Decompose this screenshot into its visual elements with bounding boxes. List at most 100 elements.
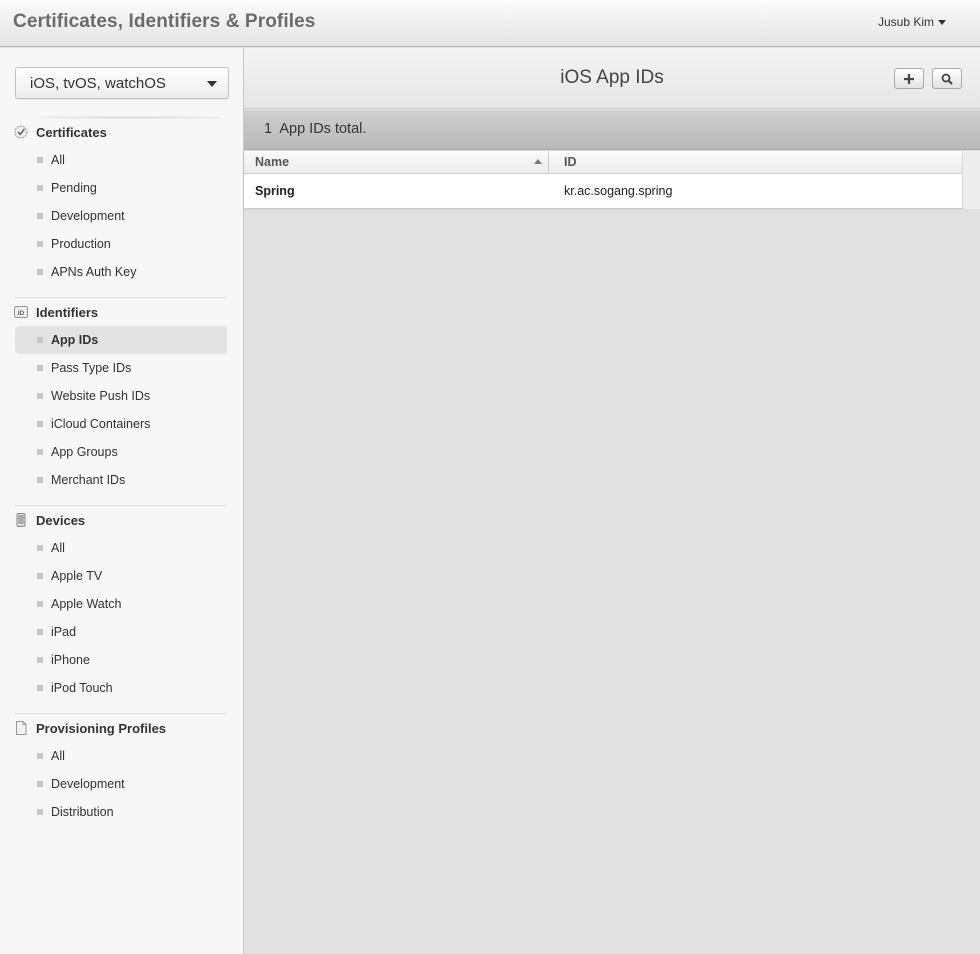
section-header-identifiers: ID Identifiers [0,298,244,326]
sidebar-item-label: App Groups [51,445,118,459]
certificate-icon [14,125,28,139]
sidebar-item-apple-watch[interactable]: Apple Watch [15,590,227,618]
column-header-id[interactable]: ID [564,155,577,169]
bullet-icon [37,365,43,371]
sidebar-item-label: App IDs [51,333,99,347]
sidebar-item-apple-tv[interactable]: Apple TV [15,562,227,590]
user-name: Jusub Kim [877,15,934,29]
section-header-certificates: Certificates [0,118,244,146]
sidebar-item-profiles-all[interactable]: All [15,742,227,770]
sidebar-item-label: Pass Type IDs [51,361,132,375]
app-title: Certificates, Identifiers & Profiles [13,11,316,32]
page-title: iOS App IDs [560,67,664,88]
sidebar-item-label: Development [51,777,125,791]
add-button[interactable] [894,68,924,89]
sidebar-item-certificates-all[interactable]: All [15,146,227,174]
sidebar-item-devices-all[interactable]: All [15,534,227,562]
bullet-icon [37,449,43,455]
sidebar-item-label: iPhone [51,653,90,667]
app-ids-table: Name ID Spring kr.ac.sogang.spring [244,151,964,208]
sidebar-item-icloud-containers[interactable]: iCloud Containers [15,410,227,438]
bullet-icon [37,213,43,219]
bullet-icon [37,185,43,191]
bullet-icon [37,657,43,663]
sidebar-item-merchant-ids[interactable]: Merchant IDs [15,466,227,494]
sidebar-item-certificates-apns-auth-key[interactable]: APNs Auth Key [15,258,227,286]
bullet-icon [37,393,43,399]
sidebar-item-website-push-ids[interactable]: Website Push IDs [15,382,227,410]
platform-select-value: iOS, tvOS, watchOS [30,75,166,92]
sidebar-item-profiles-distribution[interactable]: Distribution [15,798,227,826]
bullet-icon [37,241,43,247]
bullet-icon [37,269,43,275]
user-menu[interactable]: Jusub Kim [878,15,946,29]
sidebar-item-app-groups[interactable]: App Groups [15,438,227,466]
section-label: Provisioning Profiles [36,720,167,736]
bullet-icon [37,753,43,759]
sidebar-item-pass-type-ids[interactable]: Pass Type IDs [15,354,227,382]
column-divider [548,151,549,174]
sidebar-item-label: All [51,749,65,763]
main-content: iOS App IDs 1 App IDs total. Name ID Spr… [244,48,980,954]
bullet-icon [37,421,43,427]
device-icon [14,513,28,527]
sidebar-item-app-ids[interactable]: App IDs [15,326,227,354]
sidebar-item-certificates-pending[interactable]: Pending [15,174,227,202]
column-header-name[interactable]: Name [255,155,289,169]
sort-ascending-icon [534,159,542,164]
sidebar-item-label: Production [51,237,111,251]
app-id-name: Spring [255,184,295,198]
sidebar-item-label: Merchant IDs [51,473,126,487]
sidebar-item-label: iCloud Containers [51,417,151,431]
bullet-icon [37,477,43,483]
svg-text:ID: ID [18,310,25,317]
sidebar-item-label: Apple TV [51,569,103,583]
section-header-provisioning-profiles: Provisioning Profiles [0,714,244,742]
table-row[interactable]: Spring kr.ac.sogang.spring [244,174,964,208]
sidebar-item-label: Distribution [51,805,114,819]
main-header: iOS App IDs [244,48,980,109]
bullet-icon [37,685,43,691]
count-label: App IDs total. [279,121,367,137]
section-devices: Devices All Apple TV Apple Watch iPad iP… [0,506,244,702]
bullet-icon [37,545,43,551]
sidebar-item-label: Website Push IDs [51,389,151,403]
sidebar-item-ipad[interactable]: iPad [15,618,227,646]
bullet-icon [37,629,43,635]
sidebar-item-label: iPad [51,625,77,639]
section-label: Certificates [36,124,107,140]
section-provisioning-profiles: Provisioning Profiles All Development Di… [0,714,244,826]
plus-icon [904,73,914,84]
top-bar: Certificates, Identifiers & Profiles Jus… [0,0,980,47]
sidebar-item-label: APNs Auth Key [51,265,137,279]
bullet-icon [37,157,43,163]
chevron-down-icon [207,81,217,87]
platform-select[interactable]: iOS, tvOS, watchOS [15,67,229,99]
sidebar-item-label: Pending [51,181,97,195]
section-label: Identifiers [36,304,99,320]
sidebar-item-label: iPod Touch [51,681,113,695]
section-header-devices: Devices [0,506,244,534]
app-id-identifier: kr.ac.sogang.spring [564,184,673,198]
sidebar-item-label: Development [51,209,125,223]
sidebar-item-label: Apple Watch [51,597,122,611]
count-number: 1 [264,121,273,137]
chevron-down-icon [938,19,946,25]
sidebar-item-label: All [51,541,65,555]
id-icon: ID [14,305,28,319]
sidebar-item-iphone[interactable]: iPhone [15,646,227,674]
section-label: Devices [36,512,86,528]
table-header: Name ID [244,151,964,174]
sidebar-item-certificates-development[interactable]: Development [15,202,227,230]
scrollbar[interactable] [962,151,980,209]
search-button[interactable] [932,68,962,89]
document-icon [14,721,28,735]
sidebar-item-label: All [51,153,65,167]
bullet-icon [37,601,43,607]
sidebar-item-certificates-production[interactable]: Production [15,230,227,258]
section-identifiers: ID Identifiers App IDs Pass Type IDs Web… [0,298,244,494]
sidebar-item-ipod-touch[interactable]: iPod Touch [15,674,227,702]
search-icon [941,73,953,85]
bullet-icon [37,573,43,579]
sidebar-item-profiles-development[interactable]: Development [15,770,227,798]
